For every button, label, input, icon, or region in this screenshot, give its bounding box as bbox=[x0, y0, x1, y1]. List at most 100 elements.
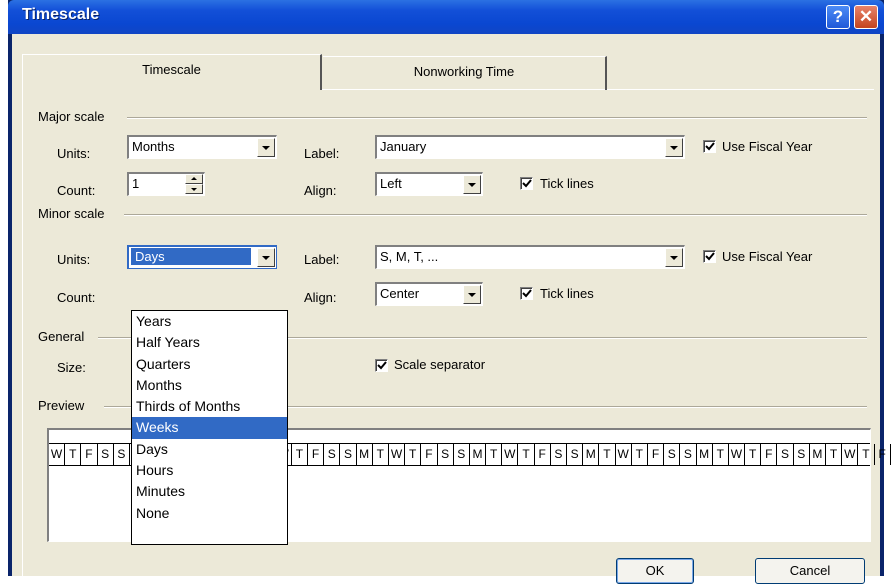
major-label-label: Label: bbox=[304, 146, 339, 161]
size-label: Size: bbox=[57, 360, 86, 375]
ok-button[interactable]: OK bbox=[616, 558, 694, 584]
preview-day-cell: T bbox=[518, 444, 534, 465]
preview-day-cell: W bbox=[49, 444, 65, 465]
minor-label-value: S, M, T, ... bbox=[380, 249, 438, 264]
minor-units-label: Units: bbox=[57, 252, 90, 267]
dropdown-option[interactable]: Months bbox=[132, 375, 287, 396]
major-label-combo[interactable]: January bbox=[375, 135, 685, 159]
help-button[interactable]: ? bbox=[826, 5, 850, 29]
spin-up-icon[interactable] bbox=[185, 174, 203, 184]
dropdown-option[interactable]: Half Years bbox=[132, 332, 287, 353]
checkmark-icon bbox=[705, 252, 715, 262]
chevron-down-icon[interactable] bbox=[665, 138, 683, 157]
chevron-down-icon[interactable] bbox=[463, 285, 481, 304]
preview-day-cell: S bbox=[114, 444, 130, 465]
dropdown-option[interactable]: None bbox=[132, 503, 287, 524]
preview-day-cell: W bbox=[502, 444, 518, 465]
major-units-value: Months bbox=[132, 139, 175, 154]
major-units-label: Units: bbox=[57, 146, 90, 161]
minor-scale-divider bbox=[124, 214, 867, 216]
minor-align-combo[interactable]: Center bbox=[375, 282, 483, 306]
preview-day-cell: F bbox=[648, 444, 664, 465]
preview-day-cell: S bbox=[438, 444, 454, 465]
major-scale-divider bbox=[127, 117, 867, 119]
chevron-down-icon[interactable] bbox=[257, 248, 275, 267]
scale-separator-label: Scale separator bbox=[394, 357, 485, 372]
cancel-button[interactable]: Cancel bbox=[755, 558, 865, 584]
dropdown-option[interactable]: Years bbox=[132, 311, 287, 332]
major-count-value: 1 bbox=[132, 176, 139, 191]
major-count-label: Count: bbox=[57, 183, 95, 198]
preview-heading: Preview bbox=[38, 398, 88, 413]
tab-timescale[interactable]: Timescale bbox=[22, 54, 322, 90]
preview-day-cell: T bbox=[713, 444, 729, 465]
preview-day-cell: S bbox=[340, 444, 356, 465]
preview-day-cell: T bbox=[632, 444, 648, 465]
preview-day-cell: F bbox=[761, 444, 777, 465]
close-button[interactable]: ✕ bbox=[854, 5, 878, 29]
preview-day-cell: F bbox=[421, 444, 437, 465]
preview-day-cell: T bbox=[373, 444, 389, 465]
dialog-client: Timescale Nonworking Time Major scale Un… bbox=[12, 34, 880, 576]
preview-day-cell: S bbox=[794, 444, 810, 465]
dropdown-option[interactable]: Quarters bbox=[132, 354, 287, 375]
minor-fiscal-label: Use Fiscal Year bbox=[722, 249, 812, 264]
major-count-stepper[interactable]: 1 bbox=[127, 172, 205, 196]
major-align-value: Left bbox=[380, 176, 402, 191]
preview-day-cell: S bbox=[454, 444, 470, 465]
preview-day-cell: M bbox=[583, 444, 599, 465]
minor-align-label: Align: bbox=[304, 290, 337, 305]
minor-tick-label: Tick lines bbox=[540, 286, 594, 301]
major-align-combo[interactable]: Left bbox=[375, 172, 483, 196]
preview-day-cell: T bbox=[292, 444, 308, 465]
preview-day-cell: M bbox=[810, 444, 826, 465]
major-tick-checkbox[interactable] bbox=[520, 177, 533, 190]
preview-day-cell: F bbox=[535, 444, 551, 465]
preview-day-cell: S bbox=[567, 444, 583, 465]
chevron-down-icon[interactable] bbox=[665, 248, 683, 267]
general-heading: General bbox=[38, 329, 88, 344]
major-scale-heading: Major scale bbox=[38, 109, 108, 124]
dropdown-option[interactable]: Weeks bbox=[132, 417, 287, 438]
major-align-label: Align: bbox=[304, 183, 337, 198]
major-units-combo[interactable]: Months bbox=[127, 135, 277, 159]
preview-day-cell: T bbox=[405, 444, 421, 465]
preview-day-cell: M bbox=[357, 444, 373, 465]
preview-day-cell: W bbox=[389, 444, 405, 465]
spin-down-icon[interactable] bbox=[185, 184, 203, 194]
minor-units-value: Days bbox=[131, 248, 251, 265]
preview-day-cell: S bbox=[664, 444, 680, 465]
minor-count-label: Count: bbox=[57, 290, 95, 305]
checkmark-icon bbox=[377, 361, 387, 371]
minor-tick-checkbox[interactable] bbox=[520, 287, 533, 300]
preview-day-cell: W bbox=[729, 444, 745, 465]
chevron-down-icon[interactable] bbox=[257, 138, 275, 157]
preview-day-cell: F bbox=[81, 444, 97, 465]
dropdown-option[interactable]: Hours bbox=[132, 460, 287, 481]
preview-day-cell: S bbox=[777, 444, 793, 465]
minor-label-combo[interactable]: S, M, T, ... bbox=[375, 245, 685, 269]
minor-units-dropdown-list[interactable]: YearsHalf YearsQuartersMonthsThirds of M… bbox=[131, 310, 288, 545]
checkmark-icon bbox=[522, 179, 532, 189]
preview-day-cell: T bbox=[745, 444, 761, 465]
preview-day-cell: T bbox=[858, 444, 874, 465]
major-fiscal-checkbox[interactable] bbox=[703, 140, 716, 153]
major-fiscal-label: Use Fiscal Year bbox=[722, 139, 812, 154]
checkmark-icon bbox=[705, 142, 715, 152]
dropdown-option[interactable]: Thirds of Months bbox=[132, 396, 287, 417]
major-tick-label: Tick lines bbox=[540, 176, 594, 191]
minor-label-label: Label: bbox=[304, 252, 339, 267]
preview-day-cell: S bbox=[680, 444, 696, 465]
scale-separator-checkbox[interactable] bbox=[375, 359, 388, 372]
title-bar[interactable]: Timescale ? ✕ bbox=[8, 0, 884, 34]
timescale-dialog: Timescale ? ✕ Timescale Nonworking Time … bbox=[8, 0, 884, 576]
preview-day-cell: T bbox=[486, 444, 502, 465]
dropdown-option[interactable]: Days bbox=[132, 439, 287, 460]
chevron-down-icon[interactable] bbox=[463, 175, 481, 194]
tab-nonworking-time[interactable]: Nonworking Time bbox=[323, 56, 607, 90]
dropdown-option[interactable]: Minutes bbox=[132, 481, 287, 502]
minor-fiscal-checkbox[interactable] bbox=[703, 250, 716, 263]
preview-day-cell: F bbox=[308, 444, 324, 465]
preview-day-cell: T bbox=[826, 444, 842, 465]
minor-units-combo[interactable]: Days bbox=[127, 245, 277, 269]
